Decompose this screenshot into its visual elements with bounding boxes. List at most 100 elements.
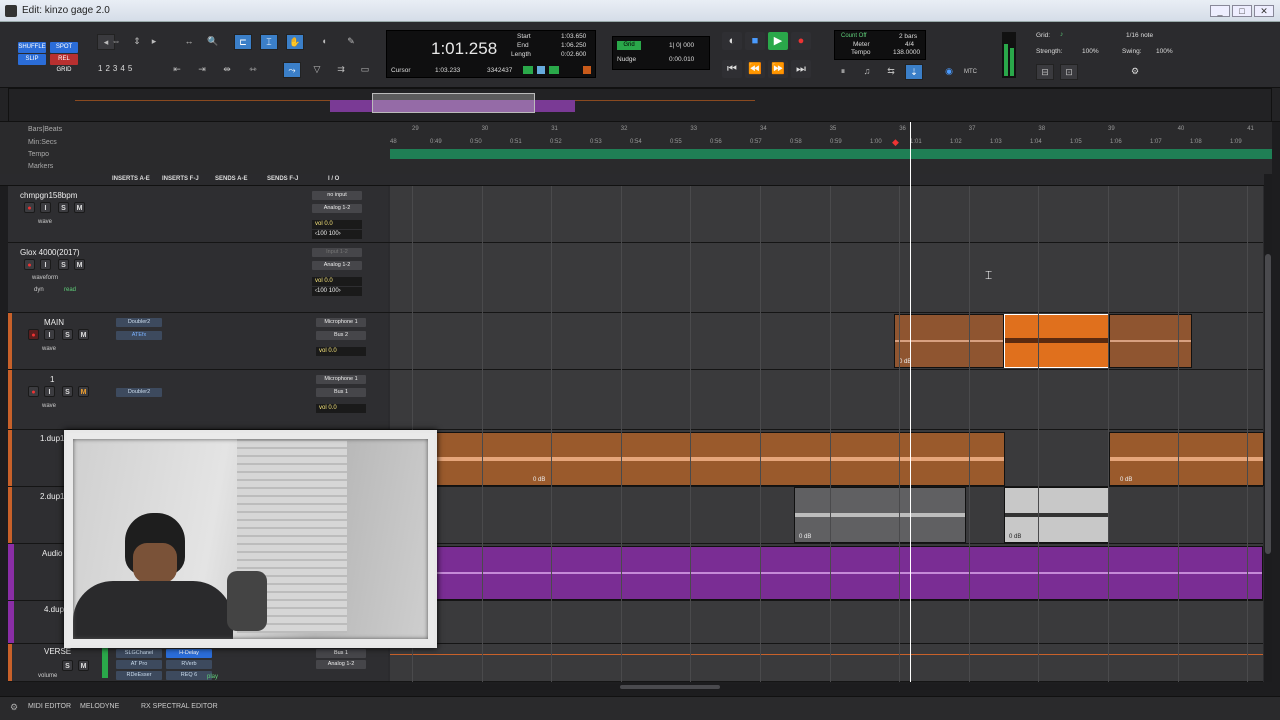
input-monitor-button[interactable]: I [44, 329, 55, 340]
insert-slot-a[interactable]: Doubler2 [116, 388, 162, 397]
metronome-icon[interactable]: ⏸ [834, 64, 852, 80]
automation-follows-icon[interactable]: ▽ [308, 62, 326, 78]
tab-melodyne[interactable]: MELODYNE [80, 703, 119, 710]
minimize-button[interactable]: _ [1210, 5, 1230, 17]
audio-clip[interactable] [1109, 314, 1192, 368]
tempo-ruler-bar[interactable] [390, 149, 1272, 159]
insert-slot-b[interactable]: ATEfx [116, 331, 162, 340]
solo-button[interactable]: S [62, 386, 73, 397]
audio-clip-selected[interactable] [1004, 314, 1109, 368]
start-value[interactable]: 1:03.650 [561, 33, 586, 40]
insertion-follows-playback-icon[interactable]: ⤳ [283, 62, 301, 78]
track-header[interactable]: 1 ● I S M wave Doubler2 Microphone 1 Bus… [8, 370, 388, 429]
count-off-label[interactable]: Count Off [841, 33, 867, 39]
grid-mode-button[interactable]: REL GRID [50, 54, 78, 73]
track-name[interactable]: 1.dup1 [40, 434, 64, 443]
insert-slot-g[interactable]: RVerb [166, 660, 212, 669]
input-monitor-button[interactable]: I [44, 386, 55, 397]
track-header[interactable]: VERSE S M SLGChanel AT Pro RDeEsser H-De… [8, 644, 388, 681]
audio-clip[interactable]: 0 dB [1109, 432, 1264, 486]
clip-gain-label[interactable]: 0 dB [1009, 534, 1021, 540]
input-selector[interactable]: no input [312, 191, 362, 200]
track-lane[interactable] [390, 186, 1263, 242]
record-enable-button[interactable]: ● [28, 386, 39, 397]
solo-button[interactable]: S [62, 329, 73, 340]
track-header[interactable]: MAIN ● I S M wave Doubler2 ATEfx Microph… [8, 313, 388, 369]
input-selector[interactable]: Input 1-2 [312, 248, 362, 257]
record-button[interactable]: ● [791, 32, 811, 50]
pan-display[interactable]: ‹100 100› [312, 287, 362, 296]
track-name[interactable]: Glox 4000(2017) [20, 248, 80, 257]
pencil-tool-icon[interactable]: ✎ [342, 34, 360, 50]
mtc-label[interactable]: MTC [964, 69, 977, 75]
output-selector[interactable]: Analog 1-2 [312, 261, 362, 270]
input-selector[interactable]: Bus 1 [316, 649, 366, 658]
zoom-horizontal-icon[interactable]: ⇔ [107, 34, 125, 50]
link-timeline-icon[interactable]: ⇿ [244, 62, 262, 78]
wait-for-note-icon[interactable]: ♫ [858, 64, 876, 80]
dyn-label[interactable]: dyn [34, 287, 44, 293]
track-lane[interactable]: 0 dB [390, 313, 1263, 369]
link-selection-icon[interactable]: ⇉ [332, 62, 350, 78]
input-selector[interactable]: Microphone 1 [316, 375, 366, 384]
track-view-selector[interactable]: volume [38, 673, 57, 679]
grid-panel-value[interactable]: 1/16 note [1126, 32, 1153, 39]
gear-icon[interactable]: ⚙ [1126, 64, 1144, 80]
track-lane[interactable]: 0 dB 0 dB [390, 430, 1264, 486]
gear-small-icon[interactable]: ⚙ [10, 702, 18, 713]
universe-overview[interactable] [0, 88, 1280, 122]
tab-rx-spectral-editor[interactable]: RX SPECTRAL EDITOR [141, 703, 218, 710]
spot-mode-button[interactable]: SPOT [50, 42, 78, 53]
maximize-button[interactable]: □ [1232, 5, 1252, 17]
tab-midi-editor[interactable]: MIDI EDITOR [28, 703, 71, 710]
track-header[interactable]: chmpgn158bpm ● I S M wave no input Analo… [8, 186, 388, 242]
swing-value[interactable]: 100% [1156, 48, 1173, 55]
audio-clip[interactable]: 0 dB [435, 432, 1005, 486]
track-lane[interactable] [390, 243, 1263, 312]
solo-button[interactable]: S [58, 202, 69, 213]
track-name[interactable]: VERSE [44, 647, 71, 656]
playlist-label[interactable]: play [207, 674, 218, 680]
volume-display[interactable]: vol 0.0 [316, 404, 366, 413]
rewind-button[interactable]: ⏪ [745, 60, 765, 78]
track-name[interactable]: 1 [50, 375, 54, 384]
input-monitor-button[interactable]: I [40, 202, 51, 213]
fast-forward-button[interactable]: ⏩ [768, 60, 788, 78]
length-value[interactable]: 0:02.600 [561, 51, 586, 58]
universe-icon[interactable]: ▭ [356, 62, 374, 78]
track-lane[interactable]: 0 dB 0 dB [390, 487, 1263, 543]
insert-slot-c[interactable]: RDeEsser [116, 671, 162, 680]
input-selector[interactable]: Microphone 1 [316, 318, 366, 327]
zoom-toggle-icon[interactable]: ⊟ [1036, 64, 1054, 80]
grid-value[interactable]: 1| 0| 000 [669, 42, 694, 49]
grid-toggle-button[interactable]: Grid [617, 41, 641, 50]
zoom-preset-3[interactable]: 3 [113, 64, 117, 73]
clip-gain-label[interactable]: 0 dB [799, 534, 811, 540]
tempo-value[interactable]: 138.0000 [893, 49, 920, 56]
rewind-to-start-button[interactable]: ⏮ [722, 60, 742, 78]
insert-slot-b[interactable]: AT Pro [116, 660, 162, 669]
pan-display[interactable]: ‹100 100› [312, 230, 362, 239]
input-monitor-button[interactable]: I [40, 259, 51, 270]
playhead-cursor[interactable] [910, 122, 911, 682]
strength-value[interactable]: 100% [1082, 48, 1099, 55]
zoom-vertical-icon[interactable]: ⇕ [128, 34, 146, 50]
mute-button[interactable]: M [74, 202, 85, 213]
insert-slot-a[interactable]: Doubler2 [116, 318, 162, 327]
zoom-in-icon[interactable]: ▸ [145, 34, 163, 50]
track-header[interactable]: Glox 4000(2017) ● I S M waveform dyn rea… [8, 243, 388, 312]
end-value[interactable]: 1:06.250 [561, 42, 586, 49]
track-view-selector[interactable]: wave [42, 403, 56, 409]
track-lane[interactable] [390, 544, 1263, 600]
track-view-selector[interactable]: waveform [32, 275, 58, 281]
audio-clip[interactable]: 0 dB [794, 487, 966, 543]
output-selector[interactable]: Bus 1 [316, 388, 366, 397]
clip-gain-label[interactable]: 0 dB [1120, 477, 1132, 483]
meter-value[interactable]: 4/4 [905, 41, 914, 48]
midi-merge-icon[interactable]: ⇆ [882, 64, 900, 80]
output-selector[interactable]: Analog 1-2 [312, 204, 362, 213]
output-selector[interactable]: Analog 1-2 [316, 660, 366, 669]
volume-display[interactable]: vol 0.0 [312, 220, 362, 229]
stop-button[interactable]: ■ [745, 32, 765, 50]
grabber-tool-icon[interactable]: ✋ [286, 34, 304, 50]
